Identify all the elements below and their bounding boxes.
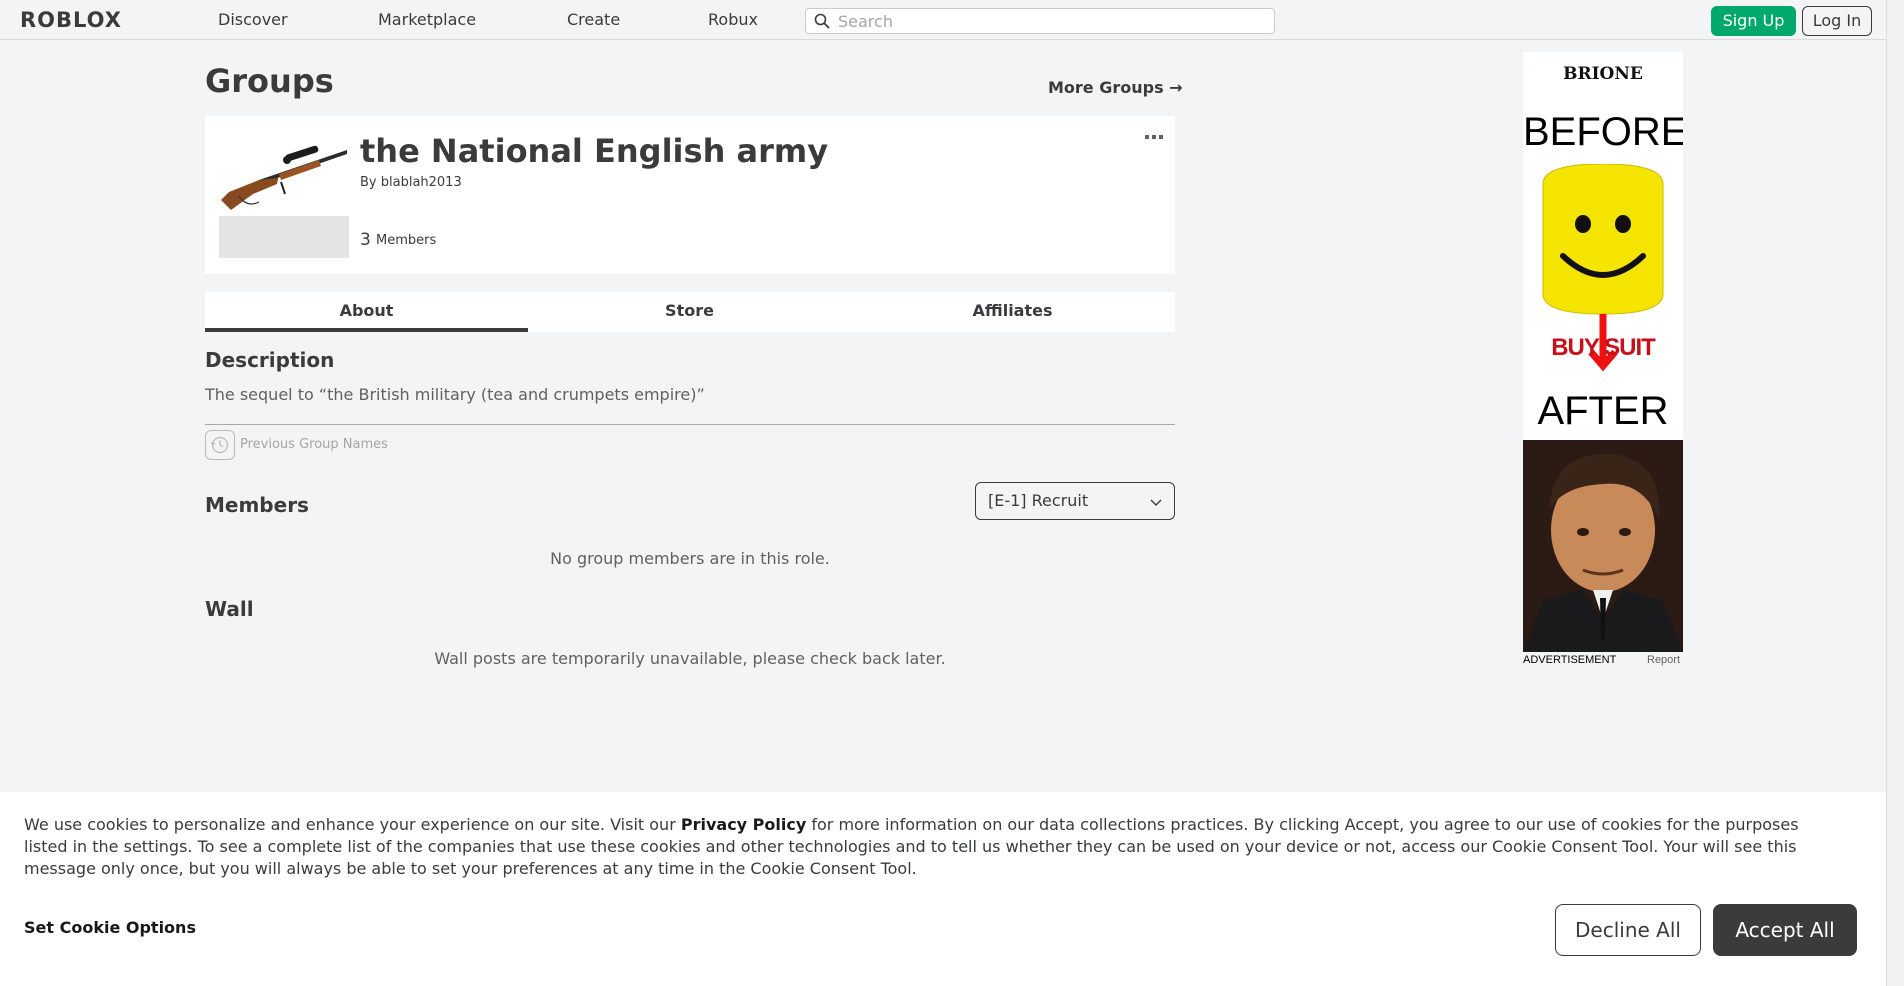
accept-all-button[interactable]: Accept All: [1713, 904, 1857, 956]
decline-all-button[interactable]: Decline All: [1555, 904, 1701, 956]
ad-suited-avatar-image: [1523, 440, 1683, 652]
wall-heading: Wall: [205, 597, 254, 621]
search-box: [805, 8, 1275, 34]
more-options-icon[interactable]: [1143, 132, 1165, 142]
emblem-placeholder: [219, 216, 349, 258]
page-scrollbar[interactable]: [1886, 0, 1904, 986]
wall-unavailable-message: Wall posts are temporarily unavailable, …: [434, 649, 946, 668]
group-emblem-rifle-image: [219, 130, 349, 216]
nav-marketplace[interactable]: Marketplace: [378, 10, 476, 29]
group-description: The sequel to “the British military (tea…: [205, 385, 705, 404]
role-dropdown[interactable]: [E-1] Recruit: [975, 482, 1175, 520]
advertisement-label: ADVERTISEMENT: [1523, 654, 1617, 666]
description-divider: [205, 424, 1175, 425]
cookie-consent-banner: We use cookies to personalize and enhanc…: [0, 792, 1886, 986]
history-icon[interactable]: [205, 430, 235, 460]
advertisement-banner[interactable]: BRIONE BEFORE BUY SUIT AFTER: [1523, 52, 1683, 652]
signup-button[interactable]: Sign Up: [1711, 6, 1796, 36]
member-count: 3: [360, 230, 371, 250]
tab-about[interactable]: About: [205, 292, 528, 332]
tab-affiliates[interactable]: Affiliates: [851, 292, 1174, 332]
search-input[interactable]: [838, 11, 1258, 31]
role-dropdown-value: [E-1] Recruit: [988, 491, 1089, 510]
group-owner[interactable]: By blablah2013: [360, 175, 462, 190]
top-nav: ROBLOX Discover Marketplace Create Robux…: [0, 0, 1886, 40]
nav-create[interactable]: Create: [567, 10, 620, 29]
privacy-policy-link[interactable]: Privacy Policy: [681, 815, 806, 834]
member-count-label: Members: [376, 233, 437, 248]
roblox-logo[interactable]: ROBLOX: [20, 8, 122, 32]
ad-buy-suit-text: BUY SUIT: [1551, 334, 1656, 361]
previous-group-names-link[interactable]: Previous Group Names: [240, 437, 388, 452]
ad-before-text: BEFORE: [1523, 110, 1683, 154]
description-heading: Description: [205, 348, 335, 372]
tab-store[interactable]: Store: [528, 292, 851, 332]
more-groups-link[interactable]: More Groups →: [1048, 78, 1183, 97]
report-ad-link[interactable]: Report: [1647, 654, 1680, 666]
chevron-down-icon: [1150, 499, 1162, 506]
nav-discover[interactable]: Discover: [218, 10, 288, 29]
ad-after-text: AFTER: [1537, 389, 1669, 433]
search-icon[interactable]: [814, 13, 830, 29]
group-header-card: the National English army By blablah2013…: [205, 116, 1175, 274]
nav-robux[interactable]: Robux: [708, 10, 758, 29]
ad-brand-logo: BRIONE: [1563, 64, 1643, 84]
members-empty-message: No group members are in this role.: [550, 549, 830, 568]
group-name: the National English army: [360, 132, 829, 170]
login-button[interactable]: Log In: [1802, 6, 1872, 36]
set-cookie-options-link[interactable]: Set Cookie Options: [24, 918, 196, 937]
cookie-consent-text: We use cookies to personalize and enhanc…: [24, 815, 1799, 878]
group-tabs: About Store Affiliates: [205, 292, 1175, 332]
members-heading: Members: [205, 493, 309, 517]
page-title: Groups: [205, 62, 334, 100]
